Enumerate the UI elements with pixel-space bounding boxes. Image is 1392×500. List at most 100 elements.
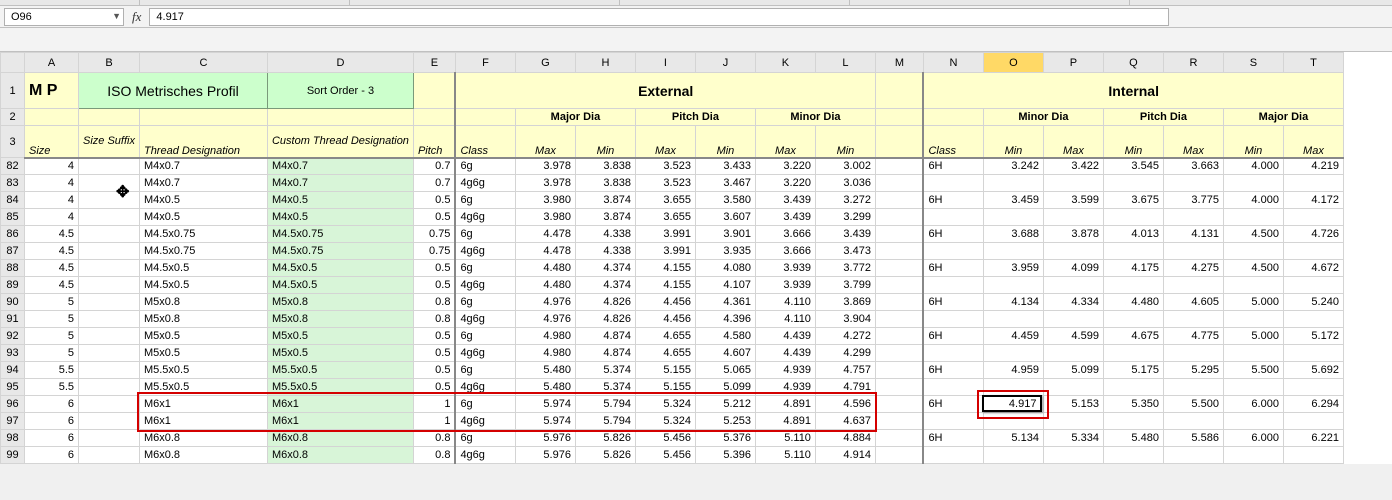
cell[interactable]: [1223, 447, 1283, 464]
dropdown-icon[interactable]: ▼: [112, 11, 121, 21]
cell[interactable]: Min: [575, 126, 635, 158]
cell[interactable]: [1283, 345, 1343, 362]
cell[interactable]: Pitch Dia: [635, 109, 755, 126]
col-header-D[interactable]: D: [267, 53, 413, 73]
cell[interactable]: 4.980: [515, 328, 575, 345]
cell[interactable]: 4.131: [1163, 226, 1223, 243]
cell[interactable]: [875, 73, 923, 109]
cell[interactable]: 4g6g: [455, 379, 515, 396]
cell[interactable]: 4.172: [1283, 192, 1343, 209]
cell[interactable]: 5: [25, 294, 79, 311]
cell[interactable]: Size: [25, 126, 79, 158]
cell[interactable]: M4x0.7: [267, 158, 413, 175]
cell[interactable]: 4.361: [695, 294, 755, 311]
col-header-T[interactable]: T: [1283, 53, 1343, 73]
cell[interactable]: M4x0.5: [139, 209, 267, 226]
col-header-F[interactable]: F: [455, 53, 515, 73]
cell[interactable]: 5.376: [695, 430, 755, 447]
cell[interactable]: [923, 447, 983, 464]
cell[interactable]: 3.675: [1103, 192, 1163, 209]
cell[interactable]: 3.939: [755, 260, 815, 277]
cell[interactable]: 5: [25, 345, 79, 362]
cell[interactable]: 3.799: [815, 277, 875, 294]
cell[interactable]: 6H: [923, 362, 983, 379]
cell[interactable]: [1163, 379, 1223, 396]
cell[interactable]: 0.8: [413, 430, 455, 447]
cell[interactable]: M4x0.7: [139, 175, 267, 192]
cell[interactable]: Custom Thread Designation: [267, 126, 413, 158]
cell[interactable]: [1103, 447, 1163, 464]
cell[interactable]: 4g6g: [455, 277, 515, 294]
cell[interactable]: Max: [755, 126, 815, 158]
row-header[interactable]: 96: [1, 396, 25, 413]
cell[interactable]: 5.480: [1103, 430, 1163, 447]
cell[interactable]: 3.220: [755, 175, 815, 192]
cell[interactable]: [1223, 209, 1283, 226]
cell[interactable]: [875, 192, 923, 209]
row-header[interactable]: 90: [1, 294, 25, 311]
cell[interactable]: 3.978: [515, 158, 575, 175]
cell[interactable]: 3.838: [575, 175, 635, 192]
cell[interactable]: M4.5x0.5: [267, 260, 413, 277]
cell[interactable]: 4g6g: [455, 209, 515, 226]
cell[interactable]: [79, 362, 140, 379]
cell[interactable]: 5.374: [575, 362, 635, 379]
select-all-corner[interactable]: [1, 53, 25, 73]
row-header[interactable]: 3: [1, 126, 25, 158]
cell[interactable]: M5x0.8: [139, 294, 267, 311]
cell[interactable]: 3.869: [815, 294, 875, 311]
cell[interactable]: 5.480: [515, 362, 575, 379]
cell[interactable]: 6g: [455, 362, 515, 379]
cell[interactable]: 4.791: [815, 379, 875, 396]
cell[interactable]: 3.459: [983, 192, 1043, 209]
cell[interactable]: [1163, 413, 1223, 430]
cell[interactable]: M4.5x0.5: [267, 277, 413, 294]
cell[interactable]: 3.002: [815, 158, 875, 175]
cell[interactable]: [1043, 345, 1103, 362]
cell[interactable]: [1043, 175, 1103, 192]
formula-input[interactable]: 4.917: [149, 8, 1169, 26]
cell[interactable]: 0.7: [413, 175, 455, 192]
row-header[interactable]: 85: [1, 209, 25, 226]
col-header-P[interactable]: P: [1043, 53, 1103, 73]
cell[interactable]: 4.637: [815, 413, 875, 430]
cell[interactable]: M4.5x0.5: [139, 277, 267, 294]
cell[interactable]: 4.480: [515, 277, 575, 294]
cell[interactable]: [139, 109, 267, 126]
cell[interactable]: Min: [1223, 126, 1283, 158]
cell[interactable]: 6g: [455, 158, 515, 175]
cell[interactable]: 4.338: [575, 243, 635, 260]
cell[interactable]: 0.5: [413, 192, 455, 209]
cell[interactable]: Sort Order - 3: [267, 73, 413, 109]
cell[interactable]: M5.5x0.5: [139, 379, 267, 396]
cell[interactable]: 3.959: [983, 260, 1043, 277]
cell[interactable]: M6x1: [139, 413, 267, 430]
cell[interactable]: 4.500: [1223, 226, 1283, 243]
col-header-A[interactable]: A: [25, 53, 79, 73]
cell[interactable]: 5.5: [25, 362, 79, 379]
cell[interactable]: 3.220: [755, 158, 815, 175]
cell[interactable]: 4.478: [515, 243, 575, 260]
cell[interactable]: M5x0.5: [267, 328, 413, 345]
cell[interactable]: Major Dia: [515, 109, 635, 126]
cell[interactable]: [267, 109, 413, 126]
cell[interactable]: 4.607: [695, 345, 755, 362]
cell[interactable]: 6g: [455, 226, 515, 243]
cell[interactable]: 4.456: [635, 311, 695, 328]
cell[interactable]: M5.5x0.5: [139, 362, 267, 379]
cell[interactable]: 4.439: [755, 345, 815, 362]
cell[interactable]: [79, 277, 140, 294]
cell[interactable]: 5.974: [515, 396, 575, 413]
fx-icon[interactable]: fx: [132, 9, 141, 25]
cell[interactable]: Max: [1163, 126, 1223, 158]
cell[interactable]: [79, 328, 140, 345]
cell[interactable]: 4.478: [515, 226, 575, 243]
row-header[interactable]: 84: [1, 192, 25, 209]
row-header[interactable]: 99: [1, 447, 25, 464]
cell[interactable]: M4x0.5: [139, 192, 267, 209]
cell[interactable]: [455, 109, 515, 126]
cell[interactable]: 4: [25, 209, 79, 226]
col-header-O[interactable]: O: [983, 53, 1043, 73]
cell[interactable]: 6: [25, 447, 79, 464]
col-header-G[interactable]: G: [515, 53, 575, 73]
